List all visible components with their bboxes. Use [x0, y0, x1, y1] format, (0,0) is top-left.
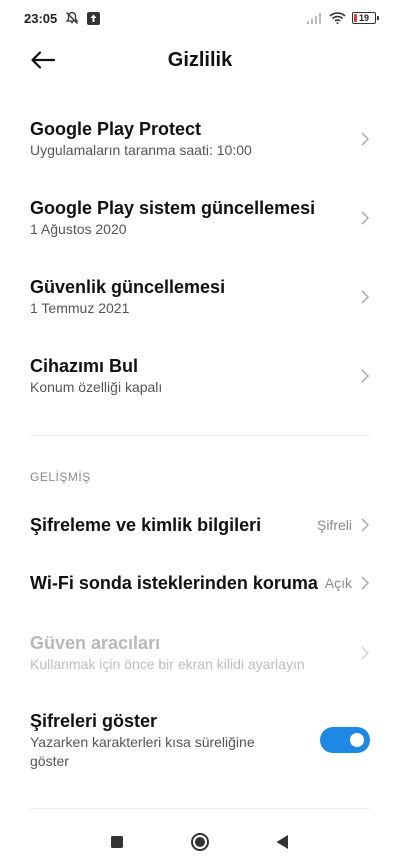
row-subtitle: Kullanmak için önce bir ekran kilidi aya… [30, 656, 305, 672]
section-divider [30, 435, 370, 436]
row-title: Cihazımı Bul [30, 356, 139, 376]
upload-notification-icon [87, 11, 101, 25]
chevron-right-icon [360, 517, 370, 533]
home-circle-icon [191, 833, 209, 851]
privacy-settings-screen: 23:05 19 Gizlilik Google Play Protect Uy… [0, 0, 400, 866]
show-passwords-toggle[interactable] [320, 727, 370, 753]
row-title: Şifreleme ve kimlik bilgileri [30, 515, 262, 535]
row-subtitle: Konum özelliği kapalı [30, 379, 163, 395]
wifi-probe-status-value: Açık [324, 575, 352, 591]
row-title: Şifreleri göster [30, 711, 158, 731]
encryption-credentials-row[interactable]: Şifreleme ve kimlik bilgileri Şifreli [0, 512, 400, 538]
notifications-off-icon [65, 11, 79, 25]
wifi-icon [329, 12, 346, 24]
find-my-device-row[interactable]: Cihazımı Bul Konum özelliği kapalı [0, 353, 400, 399]
google-play-protect-row[interactable]: Google Play Protect Uygulamaların taranm… [0, 116, 400, 162]
encryption-status-value: Şifreli [316, 517, 352, 533]
navigation-bar [0, 818, 400, 866]
back-button[interactable] [28, 46, 58, 74]
status-time: 23:05 [24, 10, 58, 26]
bottom-divider [30, 808, 370, 809]
back-nav-button[interactable] [272, 832, 292, 852]
row-title: Google Play sistem güncellemesi [30, 198, 316, 218]
row-subtitle: Uygulamaların taranma saati: 10:00 [30, 142, 252, 158]
chevron-right-icon [360, 368, 370, 384]
chevron-right-icon [360, 645, 370, 661]
row-subtitle-line1: Yazarken karakterleri kısa süreliğine [30, 734, 255, 750]
row-subtitle: 1 Temmuz 2021 [30, 300, 130, 316]
chevron-right-icon [360, 131, 370, 147]
status-bar: 23:05 19 [0, 0, 400, 36]
chevron-right-icon [360, 575, 370, 591]
google-play-system-update-row[interactable]: Google Play sistem güncellemesi 1 Ağusto… [0, 195, 400, 241]
row-title: Wi-Fi sonda isteklerinden koruma [30, 573, 318, 593]
toggle-knob [350, 733, 364, 747]
chevron-right-icon [360, 210, 370, 226]
page-title: Gizlilik [167, 48, 233, 71]
cellular-signal-icon [307, 12, 323, 24]
chevron-right-icon [360, 289, 370, 305]
triangle-back-icon [276, 835, 288, 849]
security-update-row[interactable]: Güvenlik güncellemesi 1 Temmuz 2021 [0, 274, 400, 320]
battery-icon: 19 [352, 12, 379, 24]
row-subtitle-line2: göster [30, 753, 69, 769]
back-arrow-icon [31, 51, 55, 69]
home-button[interactable] [190, 832, 210, 852]
trust-agents-row: Güven aracıları Kullanmak için önce bir … [0, 630, 400, 676]
row-title: Güvenlik güncellemesi [30, 277, 226, 297]
row-subtitle: 1 Ağustos 2020 [30, 221, 127, 237]
row-title: Güven aracıları [30, 633, 161, 653]
header: Gizlilik [0, 38, 400, 82]
advanced-section-label: GELİŞMİŞ [30, 470, 91, 484]
recents-button[interactable] [107, 832, 127, 852]
row-title: Google Play Protect [30, 119, 202, 139]
square-icon [111, 836, 123, 848]
battery-level: 19 [358, 12, 369, 23]
wifi-probe-protection-row[interactable]: Wi-Fi sonda isteklerinden koruma Açık [0, 570, 400, 596]
